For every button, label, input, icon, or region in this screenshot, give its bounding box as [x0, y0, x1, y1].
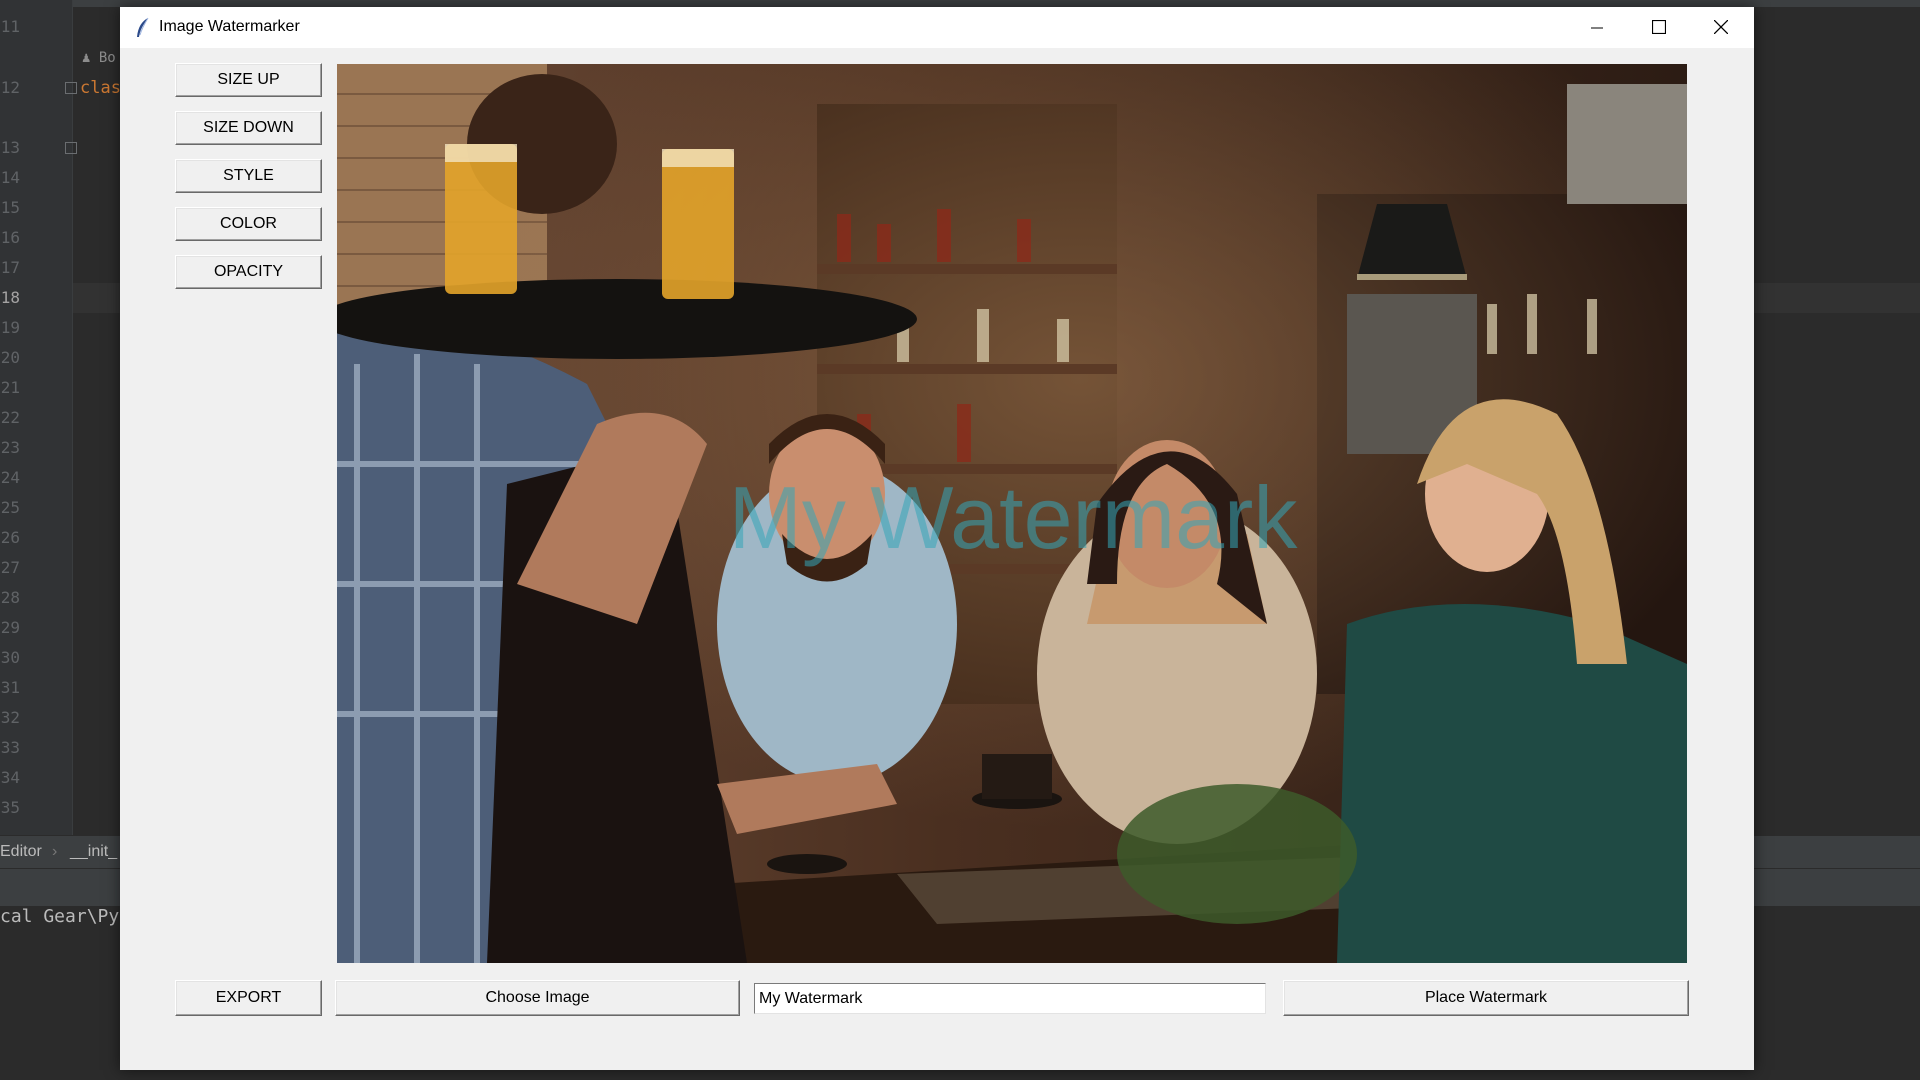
- image-canvas[interactable]: My Watermark: [337, 64, 1687, 963]
- opacity-button[interactable]: OPACITY: [175, 255, 322, 289]
- line-number-gutter: 11 12 13 14 15 16 17 18 19 20 21 22 23 2…: [0, 0, 73, 835]
- image-watermarker-window: Image Watermarker SIZE UP SIZE DOWN STYL…: [120, 7, 1754, 1070]
- fold-icon[interactable]: [65, 142, 77, 154]
- window-title: Image Watermarker: [159, 18, 300, 35]
- minimize-icon: [1591, 27, 1603, 29]
- size-up-button[interactable]: SIZE UP: [175, 63, 322, 97]
- line-number: 31: [0, 678, 20, 697]
- line-number: 28: [0, 588, 20, 607]
- style-button[interactable]: STYLE: [175, 159, 322, 193]
- line-number: 17: [0, 258, 20, 277]
- title-bar[interactable]: Image Watermarker: [120, 7, 1754, 48]
- close-icon: [1714, 20, 1728, 34]
- line-number: 13: [0, 138, 20, 157]
- choose-image-button[interactable]: Choose Image: [335, 980, 740, 1016]
- feather-icon: [137, 17, 149, 37]
- line-number: 35: [0, 798, 20, 817]
- color-button[interactable]: COLOR: [175, 207, 322, 241]
- line-number: 16: [0, 228, 20, 247]
- line-number: 15: [0, 198, 20, 217]
- watermark-text-input[interactable]: [754, 983, 1266, 1014]
- export-button[interactable]: EXPORT: [175, 980, 322, 1016]
- line-number: 33: [0, 738, 20, 757]
- line-number: 34: [0, 768, 20, 787]
- line-number: 23: [0, 438, 20, 457]
- watermark-text[interactable]: My Watermark: [683, 468, 1343, 568]
- terminal-text: cal Gear\Pyc: [0, 906, 131, 927]
- fold-icon[interactable]: [65, 82, 77, 94]
- line-number: 20: [0, 348, 20, 367]
- maximize-icon: [1652, 20, 1666, 34]
- line-number: 29: [0, 618, 20, 637]
- line-number-current: 18: [0, 288, 20, 307]
- size-down-button[interactable]: SIZE DOWN: [175, 111, 322, 145]
- line-number: 27: [0, 558, 20, 577]
- line-number: 19: [0, 318, 20, 337]
- code-keyword: clas: [80, 78, 121, 98]
- line-number: 25: [0, 498, 20, 517]
- line-number: 32: [0, 708, 20, 727]
- place-watermark-button[interactable]: Place Watermark: [1283, 980, 1689, 1016]
- breadcrumb-item[interactable]: __init_: [70, 843, 117, 861]
- chevron-right-icon: ›: [52, 843, 58, 860]
- line-number: 12: [0, 78, 20, 97]
- line-number: 11: [0, 17, 20, 36]
- author-hint: ♟ Bo: [82, 50, 116, 66]
- line-number: 24: [0, 468, 20, 487]
- close-button[interactable]: [1690, 7, 1752, 48]
- line-number: 30: [0, 648, 20, 667]
- breadcrumb-item[interactable]: Editor: [0, 843, 42, 861]
- line-number: 22: [0, 408, 20, 427]
- line-number: 14: [0, 168, 20, 187]
- minimize-button[interactable]: [1566, 7, 1628, 48]
- maximize-button[interactable]: [1628, 7, 1690, 48]
- author-hint-text: Bo: [98, 50, 116, 66]
- line-number: 21: [0, 378, 20, 397]
- line-number: 26: [0, 528, 20, 547]
- ide-top-bar: [0, 0, 1920, 7]
